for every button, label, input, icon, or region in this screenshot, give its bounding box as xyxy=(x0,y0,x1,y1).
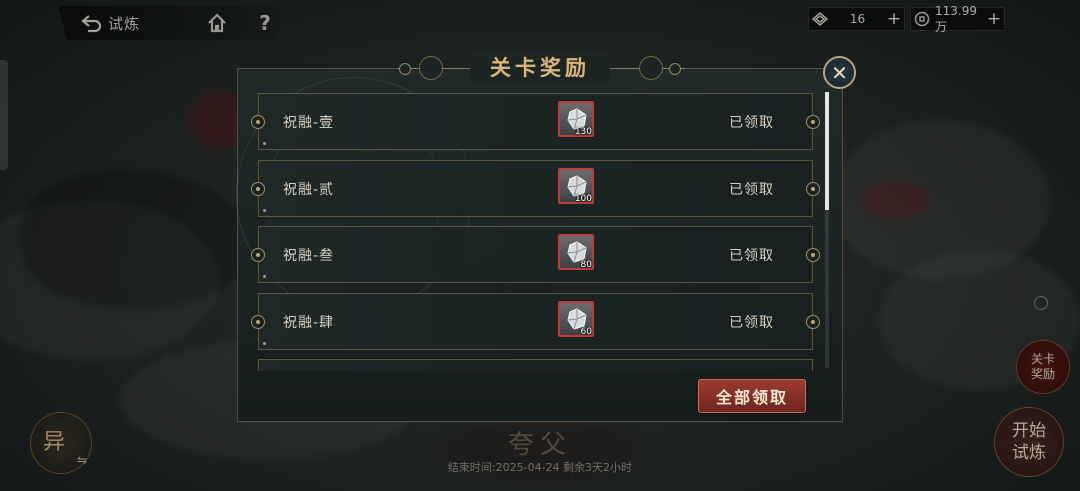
claimed-status: 已领取 xyxy=(729,115,774,131)
reward-count: 100 xyxy=(574,194,592,204)
reward-row: 祝融-贰 100 已领取 xyxy=(251,160,820,217)
reward-row: 祝融-叁 80 已领取 xyxy=(251,226,820,283)
scrollbar-thumb[interactable] xyxy=(825,92,829,210)
reward-count: 80 xyxy=(580,260,592,270)
reward-row: 祝融-壹 130 已领取 xyxy=(251,93,820,150)
claimed-status: 已领取 xyxy=(729,248,774,264)
claimed-status: 已领取 xyxy=(729,315,774,331)
reward-item[interactable]: 60 xyxy=(558,301,594,337)
reward-count: 60 xyxy=(580,327,592,337)
close-button[interactable]: ✕ xyxy=(823,56,856,89)
reward-item[interactable]: 130 xyxy=(558,101,594,137)
claim-all-button[interactable]: 全部领取 xyxy=(698,379,806,413)
reward-row-partial xyxy=(258,359,813,371)
stage-name-label: 祝融-贰 xyxy=(283,182,335,198)
close-icon: ✕ xyxy=(831,60,848,85)
modal-title: 关卡奖励 xyxy=(470,52,610,82)
reward-item[interactable]: 80 xyxy=(558,234,594,270)
stage-name-label: 祝融-肆 xyxy=(283,315,335,331)
stage-name-label: 祝融-壹 xyxy=(283,115,335,131)
reward-item[interactable]: 100 xyxy=(558,168,594,204)
reward-row: 祝融-肆 60 已领取 xyxy=(251,293,820,350)
claimed-status: 已领取 xyxy=(729,182,774,198)
claim-all-label: 全部领取 xyxy=(715,388,788,407)
reward-count: 130 xyxy=(574,127,592,137)
stage-name-label: 祝融-叁 xyxy=(283,248,335,264)
